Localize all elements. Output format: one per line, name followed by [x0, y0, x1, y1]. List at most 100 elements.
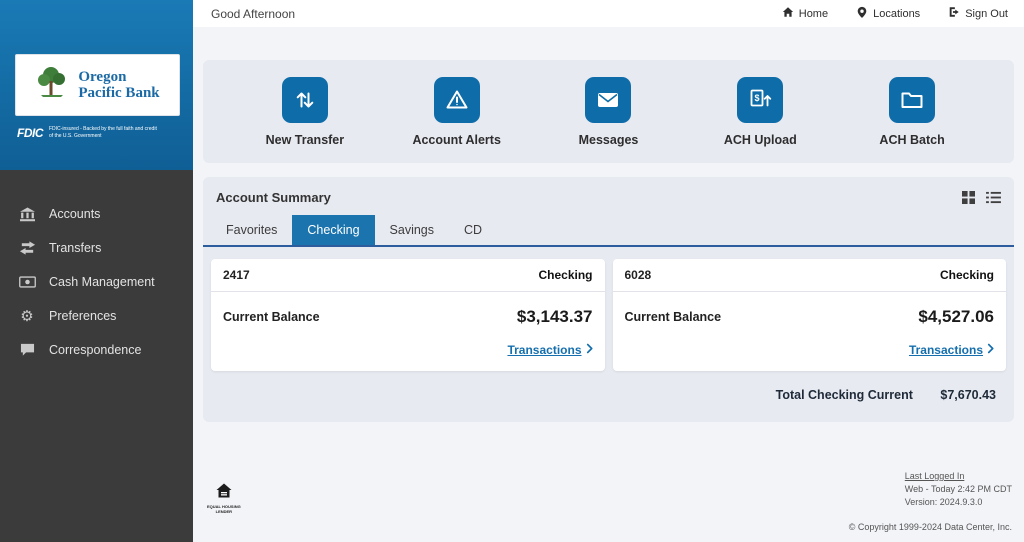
sidebar-nav: Accounts Transfers Cash Management ⚙ Pre…	[0, 170, 193, 367]
quick-actions-panel: New Transfer Account Alerts Messages	[203, 60, 1014, 163]
transactions-link-label: Transactions	[909, 343, 983, 357]
sidebar-item-accounts[interactable]: Accounts	[0, 197, 193, 231]
tab-cd[interactable]: CD	[449, 215, 497, 245]
app-root: Oregon Pacific Bank FDIC FDIC-insured - …	[0, 0, 1024, 542]
account-summary-header: Account Summary	[203, 177, 1014, 215]
transfer-arrows-icon	[18, 241, 36, 255]
version-info: Version: 2024.9.3.0	[905, 497, 1012, 507]
chevron-right-icon	[586, 343, 593, 357]
document-upload-icon: $	[737, 77, 783, 123]
sidebar-item-label: Preferences	[49, 309, 116, 323]
account-type: Checking	[538, 268, 592, 282]
equal-housing-text: EQUAL HOUSING LENDER	[207, 504, 241, 514]
sidebar-item-label: Cash Management	[49, 275, 155, 289]
tab-checking[interactable]: Checking	[292, 215, 374, 245]
account-type: Checking	[940, 268, 994, 282]
account-number: 6028	[625, 268, 652, 282]
balance-label: Current Balance	[625, 310, 722, 324]
home-icon	[782, 6, 794, 21]
envelope-icon	[585, 77, 631, 123]
sidebar-item-correspondence[interactable]: Correspondence	[0, 333, 193, 367]
tab-savings[interactable]: Savings	[375, 215, 449, 245]
folder-icon	[889, 77, 935, 123]
transactions-link[interactable]: Transactions	[507, 343, 592, 357]
transactions-link-label: Transactions	[507, 343, 581, 357]
quick-action-new-transfer[interactable]: New Transfer	[230, 77, 380, 147]
account-summary-panel: Account Summary Favorites Checking Savin…	[203, 177, 1014, 422]
locations-link[interactable]: Locations	[856, 6, 920, 22]
fdic-disclaimer: FDIC-insured - Backed by the full faith …	[49, 126, 161, 139]
alert-triangle-icon	[434, 77, 480, 123]
sidebar-item-label: Transfers	[49, 241, 101, 255]
quick-action-ach-batch[interactable]: ACH Batch	[837, 77, 987, 147]
topbar-links: Home Locations Sign Out	[782, 6, 1008, 22]
greeting: Good Afternoon	[211, 7, 295, 21]
bank-name-line1: Oregon	[78, 69, 159, 86]
total-row: Total Checking Current $7,670.43	[203, 373, 1014, 420]
sidebar-item-label: Accounts	[49, 207, 100, 221]
bank-name: Oregon Pacific Bank	[78, 69, 159, 102]
sign-out-link-label: Sign Out	[965, 8, 1008, 20]
account-card-footer: Transactions	[211, 333, 605, 371]
sidebar-item-cash-management[interactable]: Cash Management	[0, 265, 193, 299]
total-value: $7,670.43	[940, 388, 996, 402]
quick-action-label: Messages	[579, 133, 639, 147]
sign-out-link[interactable]: Sign Out	[948, 6, 1008, 22]
gear-icon: ⚙	[18, 309, 36, 324]
main-area: Good Afternoon Home Locations	[193, 0, 1024, 542]
sidebar-item-transfers[interactable]: Transfers	[0, 231, 193, 265]
account-card-header: 2417 Checking	[211, 259, 605, 292]
quick-action-label: Account Alerts	[412, 133, 500, 147]
sidebar: Oregon Pacific Bank FDIC FDIC-insured - …	[0, 0, 193, 542]
sidebar-item-label: Correspondence	[49, 343, 141, 357]
transactions-link[interactable]: Transactions	[909, 343, 994, 357]
svg-text:$: $	[755, 93, 760, 103]
copyright-text: © Copyright 1999-2024 Data Center, Inc.	[849, 522, 1012, 532]
topbar: Good Afternoon Home Locations	[193, 0, 1024, 27]
account-card-footer: Transactions	[613, 333, 1007, 371]
fdic-badge: FDIC FDIC-insured - Backed by the full f…	[15, 126, 180, 140]
up-down-arrows-icon	[282, 77, 328, 123]
quick-action-account-alerts[interactable]: Account Alerts	[382, 77, 532, 147]
home-link[interactable]: Home	[782, 6, 828, 22]
balance-value: $3,143.37	[517, 307, 593, 327]
sidebar-brand-area: Oregon Pacific Bank FDIC FDIC-insured - …	[0, 0, 193, 170]
bank-icon	[18, 207, 36, 222]
session-info: Web - Today 2:42 PM CDT	[905, 484, 1012, 494]
footer: EQUAL HOUSING LENDER Last Logged In Web …	[203, 451, 1014, 534]
quick-action-label: ACH Batch	[879, 133, 944, 147]
location-pin-icon	[856, 6, 868, 22]
account-tabs: Favorites Checking Savings CD	[203, 215, 1014, 247]
home-link-label: Home	[799, 8, 828, 20]
fdic-label: FDIC	[17, 126, 43, 140]
quick-action-label: New Transfer	[266, 133, 345, 147]
quick-action-ach-upload[interactable]: $ ACH Upload	[685, 77, 835, 147]
account-card-body: Current Balance $3,143.37	[211, 292, 605, 333]
bank-logo-tree-icon	[35, 63, 75, 108]
tab-favorites[interactable]: Favorites	[211, 215, 292, 245]
account-card-header: 6028 Checking	[613, 259, 1007, 292]
last-logged-in-link[interactable]: Last Logged In	[905, 471, 1012, 481]
bank-name-line2: Pacific Bank	[78, 85, 159, 102]
grid-view-icon[interactable]	[962, 191, 975, 204]
sign-out-icon	[948, 6, 960, 21]
balance-value: $4,527.06	[918, 307, 994, 327]
balance-label: Current Balance	[223, 310, 320, 324]
locations-link-label: Locations	[873, 8, 920, 20]
total-label: Total Checking Current	[776, 388, 913, 402]
view-toggles	[962, 191, 1001, 204]
account-card: 2417 Checking Current Balance $3,143.37 …	[211, 259, 605, 371]
chevron-right-icon	[987, 343, 994, 357]
sidebar-item-preferences[interactable]: ⚙ Preferences	[0, 299, 193, 333]
speech-bubble-icon	[18, 343, 36, 357]
login-info: Last Logged In Web - Today 2:42 PM CDT V…	[905, 471, 1012, 510]
bank-logo: Oregon Pacific Bank	[15, 54, 180, 116]
account-summary-title: Account Summary	[216, 190, 331, 205]
account-card-body: Current Balance $4,527.06	[613, 292, 1007, 333]
content: New Transfer Account Alerts Messages	[193, 27, 1024, 542]
accounts-row: 2417 Checking Current Balance $3,143.37 …	[203, 247, 1014, 373]
account-card: 6028 Checking Current Balance $4,527.06 …	[613, 259, 1007, 371]
quick-action-messages[interactable]: Messages	[533, 77, 683, 147]
list-view-icon[interactable]	[986, 191, 1001, 204]
equal-housing-house-icon	[216, 483, 232, 503]
